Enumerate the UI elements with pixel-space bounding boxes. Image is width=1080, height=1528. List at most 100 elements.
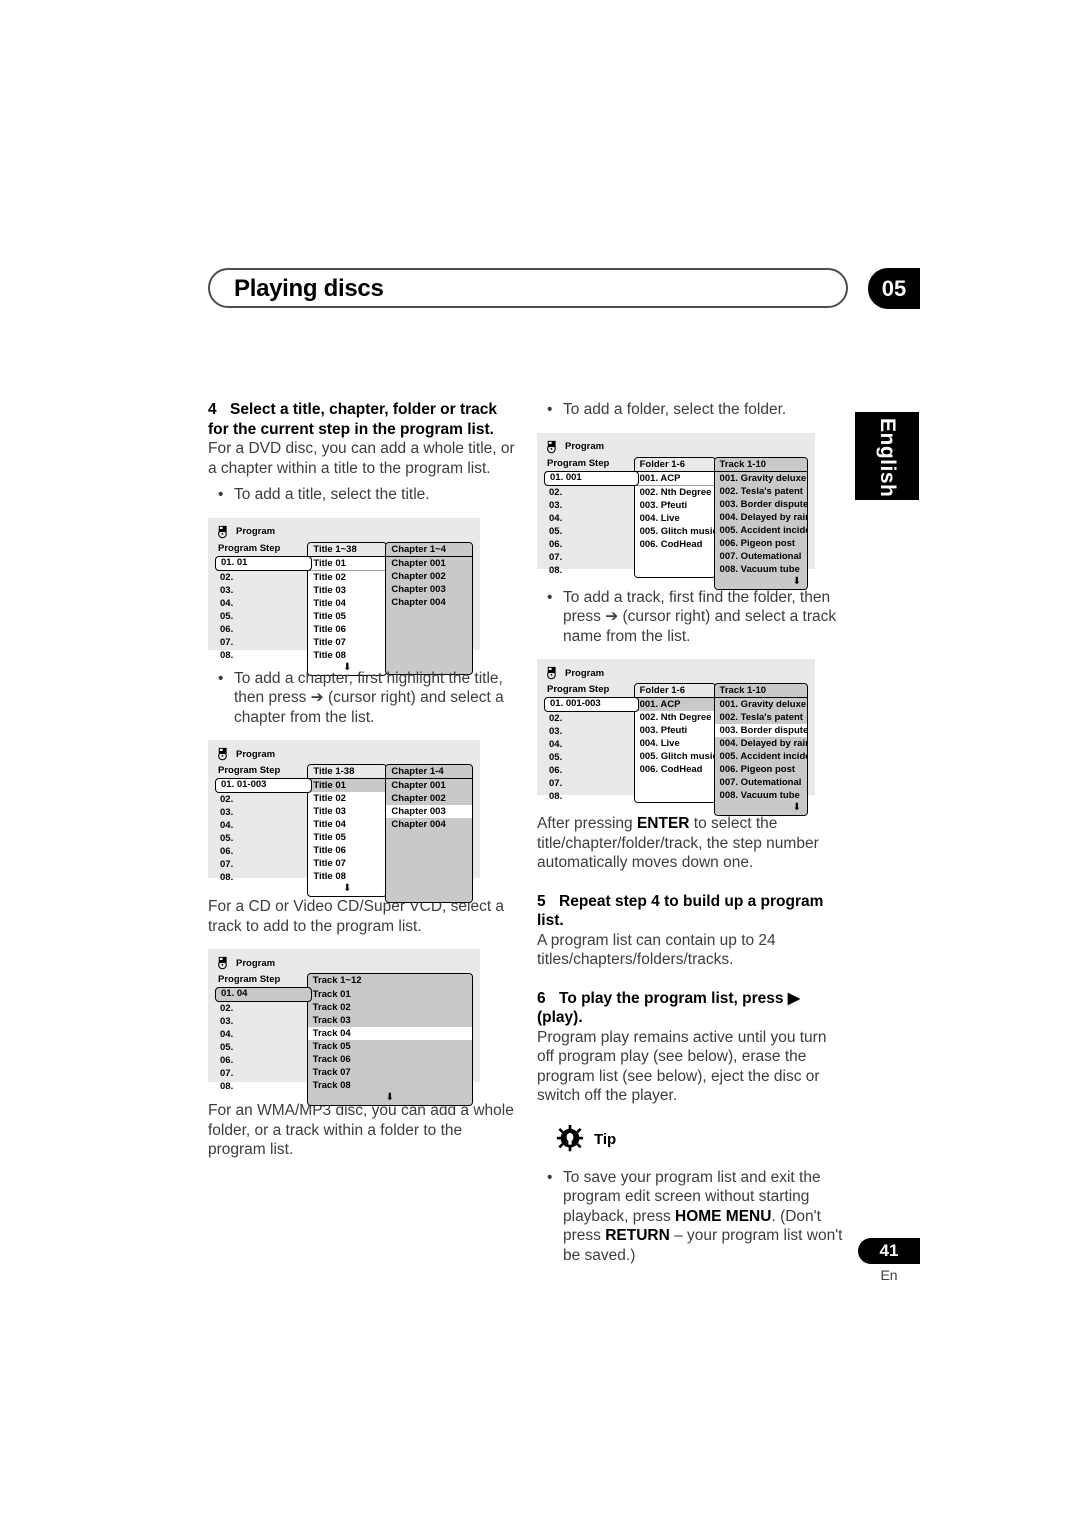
track-list-item[interactable]: Track 01 (307, 988, 472, 1001)
folder-track-list-item[interactable]: 004. Delayed by rain (714, 510, 807, 524)
program-step-row[interactable]: 08. (215, 1080, 306, 1093)
program-step-row[interactable]: 08. (544, 790, 633, 803)
folder-track-list-item[interactable]: 001. Gravity deluxe (714, 698, 807, 711)
track-list-item[interactable]: Track 03 (307, 1014, 472, 1027)
program-step-row[interactable]: 04. (215, 819, 306, 832)
chapter-list-item[interactable]: Chapter 001 (386, 556, 472, 570)
folder-list-item[interactable]: 003. Pfeuti (634, 498, 715, 512)
title-list-item[interactable]: Title 06 (308, 844, 387, 857)
folder-list-item[interactable]: 006. CodHead (634, 537, 715, 551)
folder-list-item[interactable]: 006. CodHead (634, 763, 715, 776)
folder-list-item[interactable]: 004. Live (634, 511, 715, 525)
program-step-row-current[interactable]: 01. 001-003 (544, 697, 639, 712)
title-list-item[interactable]: Title 05 (308, 609, 387, 623)
folder-track-list-item[interactable]: 001. Gravity deluxe (714, 471, 807, 485)
folder-track-list-item-selected[interactable]: 003. Border dispute (714, 724, 807, 737)
scroll-down-arrow-icon[interactable]: ⬇ (307, 1092, 472, 1105)
folder-track-list-item[interactable]: 006. Pigeon post (714, 763, 807, 776)
folder-track-list-item[interactable]: 006. Pigeon post (714, 536, 807, 550)
program-step-row-current[interactable]: 01. 04 (215, 987, 312, 1002)
program-step-row[interactable]: 06. (215, 845, 306, 858)
title-list-item[interactable]: Title 02 (308, 792, 387, 805)
title-list-item[interactable]: Title 08 (308, 870, 387, 883)
title-list-item[interactable]: Title 04 (308, 596, 387, 610)
track-list-item[interactable]: Track 05 (307, 1040, 472, 1053)
program-step-row-current[interactable]: 01. 001 (544, 470, 639, 486)
folder-track-list-item[interactable]: 007. Outemational (714, 776, 807, 789)
folder-track-list-item[interactable]: 007. Outemational (714, 549, 807, 563)
folder-track-list-item[interactable]: 002. Tesla's patent (714, 484, 807, 498)
folder-track-list-item[interactable]: 008. Vacuum tube (714, 562, 807, 576)
program-step-row[interactable]: 06. (215, 1054, 306, 1067)
folder-track-list-item[interactable]: 003. Border dispute (714, 497, 807, 511)
track-list-item[interactable]: Track 07 (307, 1066, 472, 1079)
title-list-item[interactable]: Title 04 (308, 818, 387, 831)
folder-track-list-item[interactable]: 004. Delayed by rain (714, 737, 807, 750)
track-list-item[interactable]: Track 02 (307, 1001, 472, 1014)
program-step-row[interactable]: 07. (544, 777, 633, 790)
title-list-item[interactable]: Title 05 (308, 831, 387, 844)
title-list-item[interactable]: Title 03 (308, 805, 387, 818)
chapter-list-item[interactable]: Chapter 001 (386, 779, 472, 792)
folder-list-item[interactable]: 002. Nth Degree (634, 485, 715, 499)
track-list-item[interactable]: Track 08 (307, 1079, 472, 1092)
track-list-item[interactable]: Track 06 (307, 1053, 472, 1066)
chapter-list-item[interactable]: Chapter 002 (386, 792, 472, 805)
program-step-row[interactable]: 03. (215, 806, 306, 819)
program-step-row[interactable]: 07. (215, 1067, 306, 1080)
program-step-row[interactable]: 06. (215, 623, 306, 636)
title-list-item[interactable]: Title 06 (308, 622, 387, 636)
program-step-row[interactable]: 02. (215, 1002, 306, 1015)
program-step-row[interactable]: 02. (544, 486, 633, 499)
scroll-down-arrow-icon[interactable]: ⬇ (308, 883, 386, 896)
program-step-row[interactable]: 04. (215, 597, 306, 610)
program-step-row[interactable]: 08. (544, 564, 633, 577)
track-list-item-selected[interactable]: Track 04 (307, 1027, 472, 1040)
program-step-row[interactable]: 08. (215, 871, 306, 884)
program-step-row[interactable]: 07. (544, 551, 633, 564)
program-step-row[interactable]: 05. (544, 751, 633, 764)
title-list-item-selected[interactable]: Title 01 (308, 556, 387, 571)
chapter-list-item[interactable]: Chapter 003 (386, 582, 472, 596)
program-step-row[interactable]: 04. (544, 512, 633, 525)
folder-list-item-selected[interactable]: 001. ACP (634, 471, 715, 486)
program-step-row[interactable]: 03. (544, 725, 633, 738)
program-step-row-current[interactable]: 01. 01 (215, 555, 313, 571)
program-step-row[interactable]: 04. (215, 1028, 306, 1041)
chapter-list-item[interactable]: Chapter 004 (386, 818, 472, 831)
folder-list-item-highlighted[interactable]: 001. ACP (634, 698, 715, 711)
program-step-row[interactable]: 02. (215, 793, 306, 806)
program-step-row[interactable]: 03. (215, 1015, 306, 1028)
program-step-row[interactable]: 05. (544, 525, 633, 538)
chapter-list-item[interactable]: Chapter 004 (386, 595, 472, 609)
title-list-item[interactable]: Title 07 (308, 857, 387, 870)
folder-list-item[interactable]: 005. Glitch music (634, 524, 715, 538)
title-list-item[interactable]: Title 08 (308, 648, 387, 662)
program-step-row[interactable]: 06. (544, 538, 633, 551)
folder-list-item[interactable]: 005. Glitch music (634, 750, 715, 763)
program-step-row[interactable]: 05. (215, 1041, 306, 1054)
scroll-down-arrow-icon[interactable]: ⬇ (714, 802, 807, 815)
program-step-row[interactable]: 05. (215, 832, 306, 845)
folder-track-list-item[interactable]: 005. Accident incident (714, 523, 807, 537)
program-step-row[interactable]: 02. (544, 712, 633, 725)
program-step-row[interactable]: 05. (215, 610, 306, 623)
folder-list-item[interactable]: 002. Nth Degree (634, 711, 715, 724)
program-step-row[interactable]: 06. (544, 764, 633, 777)
folder-track-list-item[interactable]: 002. Tesla's patent (714, 711, 807, 724)
program-step-row[interactable]: 02. (215, 571, 306, 584)
program-step-row[interactable]: 07. (215, 858, 306, 871)
folder-list-item[interactable]: 003. Pfeuti (634, 724, 715, 737)
folder-list-item[interactable]: 004. Live (634, 737, 715, 750)
title-list-item[interactable]: Title 02 (308, 570, 387, 584)
title-list-item[interactable]: Title 03 (308, 583, 387, 597)
program-step-row[interactable]: 03. (544, 499, 633, 512)
folder-track-list-item[interactable]: 005. Accident incident (714, 750, 807, 763)
program-step-row[interactable]: 07. (215, 636, 306, 649)
chapter-list-item[interactable]: Chapter 002 (386, 569, 472, 583)
program-step-row[interactable]: 08. (215, 649, 306, 662)
program-step-row[interactable]: 04. (544, 738, 633, 751)
program-step-row[interactable]: 03. (215, 584, 306, 597)
chapter-list-item-selected[interactable]: Chapter 003 (386, 805, 472, 818)
title-list-item-highlighted[interactable]: Title 01 (308, 779, 387, 792)
